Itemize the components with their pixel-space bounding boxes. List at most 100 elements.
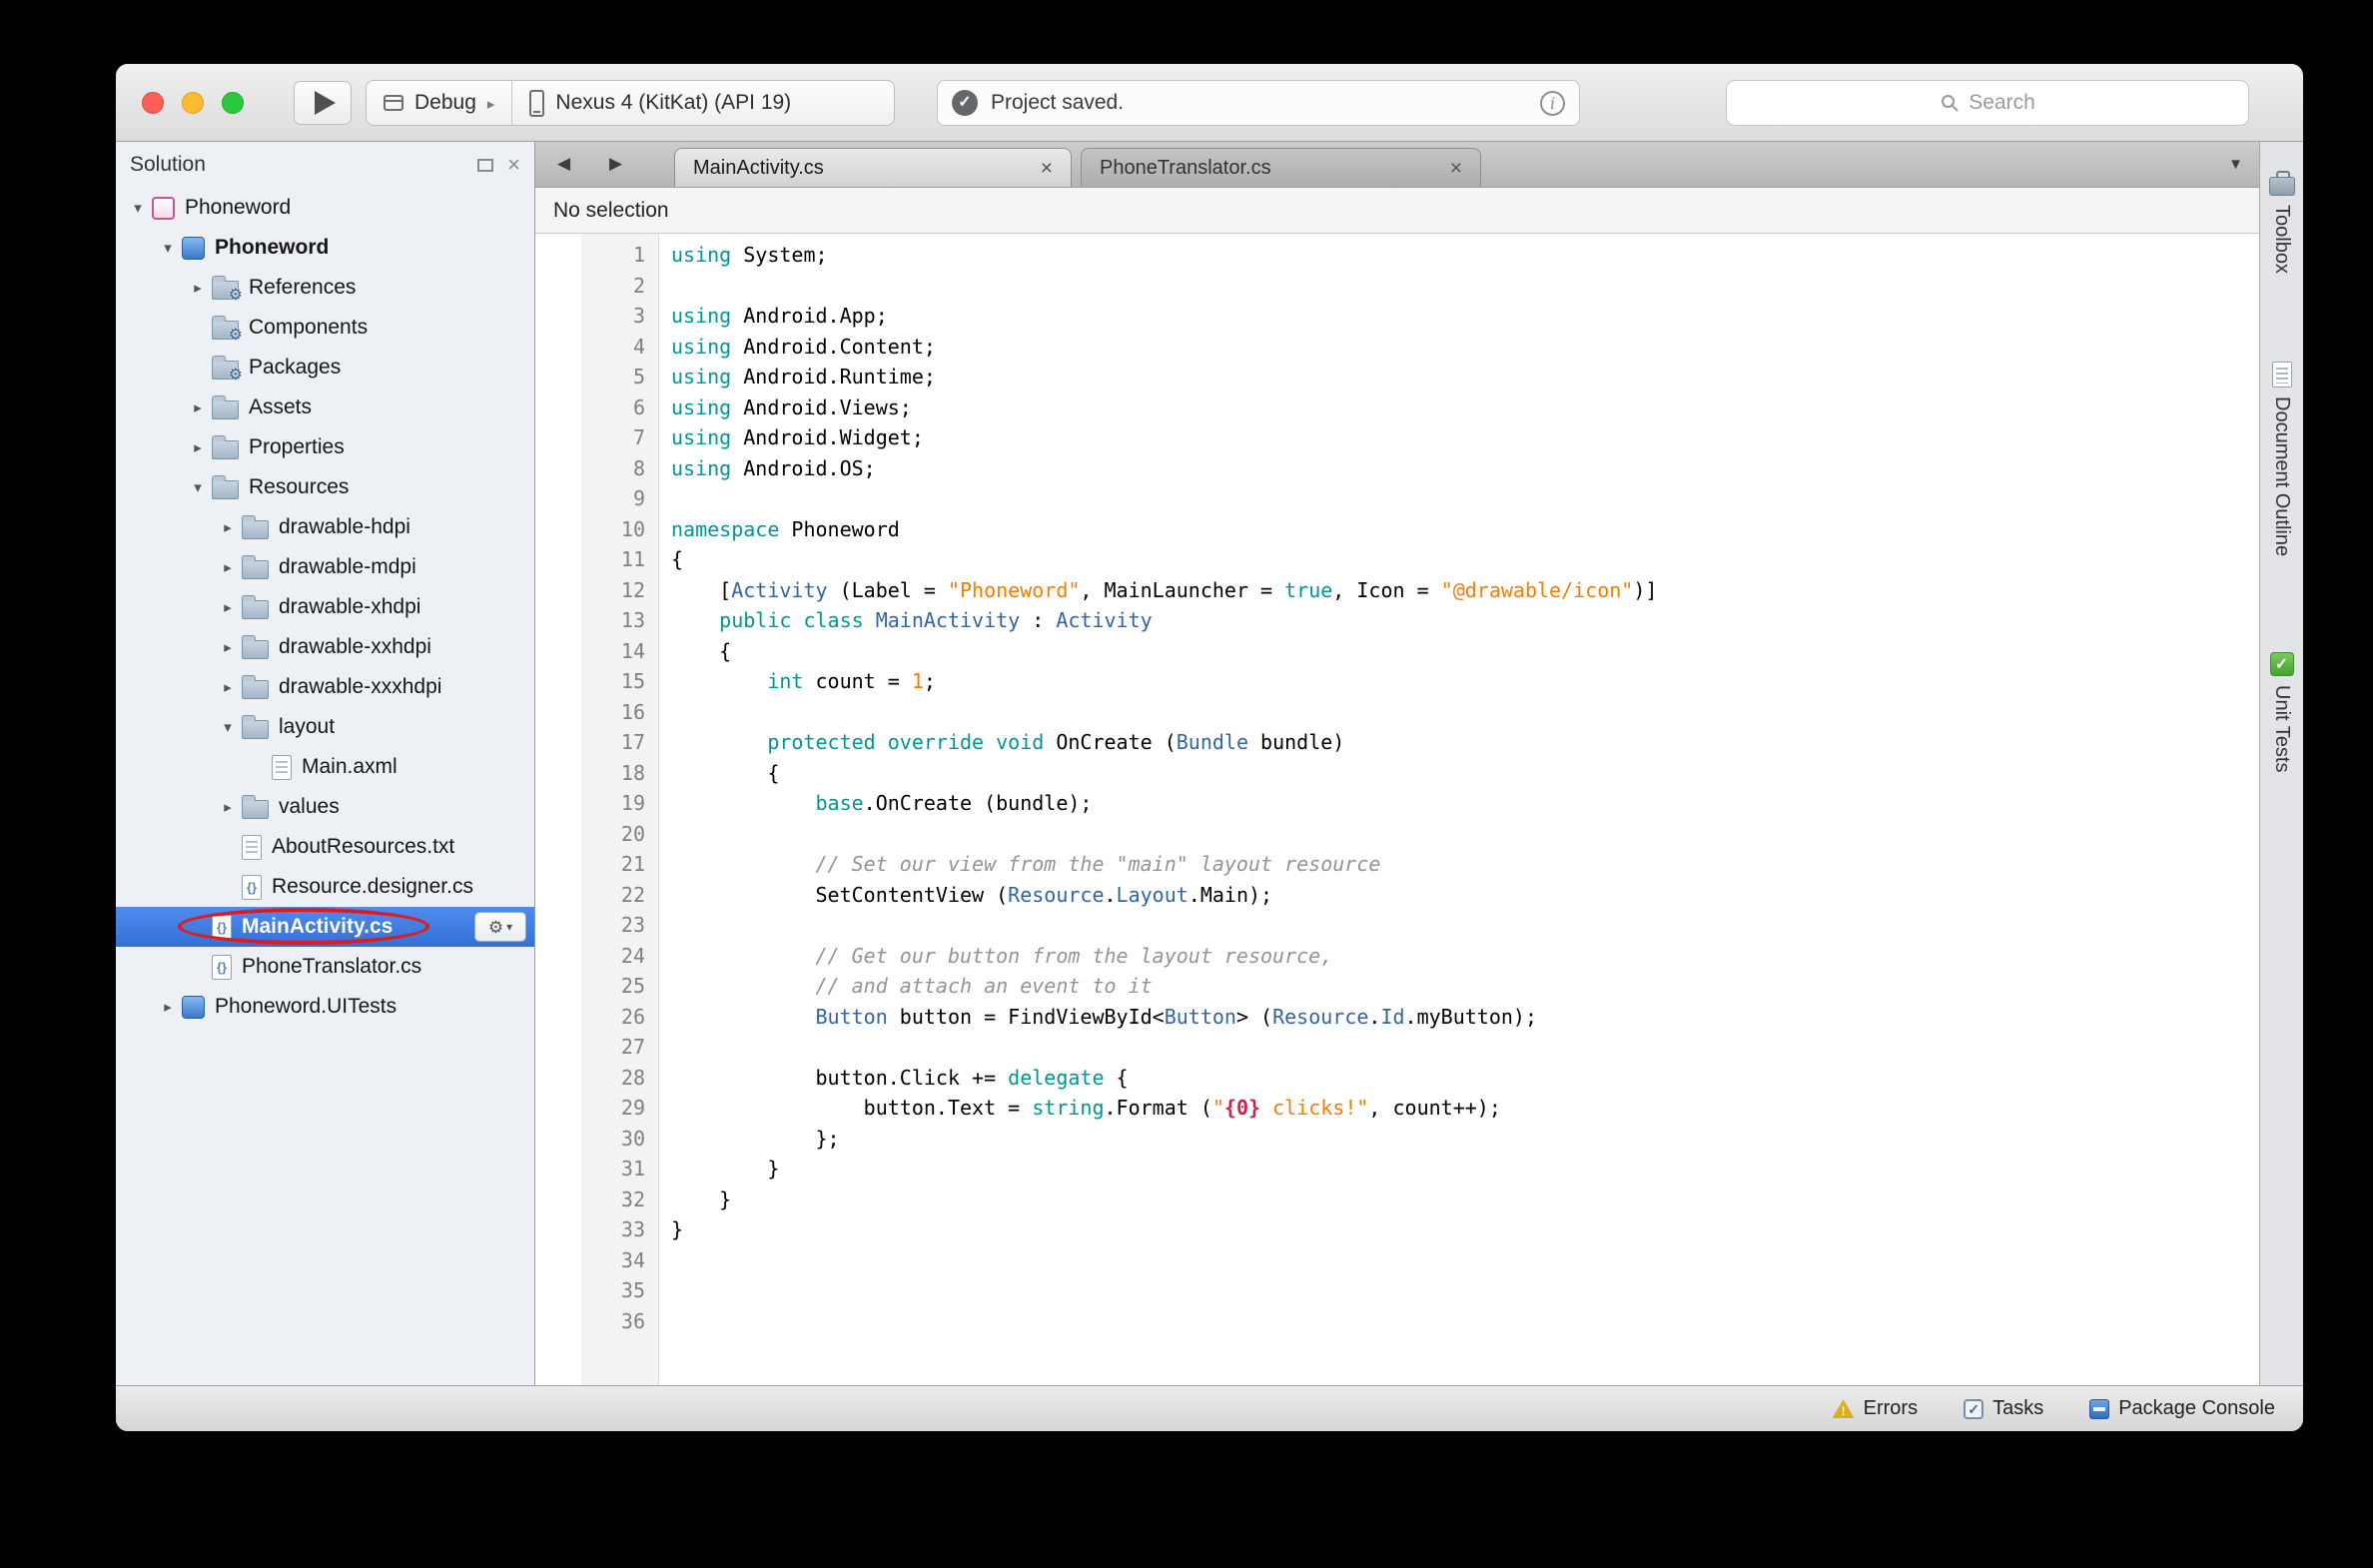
statusbar-item-package-console[interactable]: Package Console — [2089, 1397, 2275, 1420]
code-text — [659, 1275, 671, 1306]
code-line: 33} — [535, 1214, 2259, 1245]
line-number: 10 — [535, 514, 659, 545]
code-line: 22 SetContentView (Resource.Layout.Main)… — [535, 880, 2259, 911]
statusbar-item-label: Package Console — [2118, 1397, 2275, 1420]
code-text: using Android.Runtime; — [659, 362, 936, 392]
tree-item-packages[interactable]: ⚙Packages — [116, 348, 534, 388]
tree-item-phoneword[interactable]: ▾Phoneword — [116, 228, 534, 268]
tree-collapsed-arrow-icon[interactable]: ▸ — [214, 678, 242, 696]
tab-overflow-dropdown[interactable] — [2228, 156, 2243, 173]
code-line: 12 [Activity (Label = "Phoneword", MainL… — [535, 575, 2259, 606]
tree-collapsed-arrow-icon[interactable]: ▸ — [214, 638, 242, 656]
tree-item-layout[interactable]: ▾layout — [116, 707, 534, 747]
code-text: }; — [659, 1124, 840, 1155]
line-number: 28 — [535, 1063, 659, 1094]
statusbar-item-errors[interactable]: !Errors — [1833, 1397, 1918, 1420]
line-number: 7 — [535, 422, 659, 453]
tree-item-phoneword[interactable]: ▾Phoneword — [116, 188, 534, 228]
tree-collapsed-arrow-icon[interactable]: ▸ — [184, 279, 212, 297]
tree-item-values[interactable]: ▸values — [116, 787, 534, 827]
folder-icon — [242, 640, 269, 659]
tree-item-label: MainActivity.cs — [242, 915, 393, 939]
tree-item-properties[interactable]: ▸Properties — [116, 427, 534, 467]
configuration-dropdown[interactable]: Debug — [367, 81, 511, 125]
line-number: 33 — [535, 1214, 659, 1245]
tree-item-assets[interactable]: ▸Assets — [116, 388, 534, 427]
tree-item-mainactivity-cs[interactable]: {} MainActivity.cs ⚙▾ — [116, 907, 534, 947]
tree-item-main-axml[interactable]: Main.axml — [116, 747, 534, 787]
code-line: 8using Android.OS; — [535, 453, 2259, 484]
code-text: button.Click += delegate { — [659, 1063, 1129, 1094]
close-pad-icon[interactable] — [507, 154, 520, 176]
tree-item-label: drawable-xhdpi — [279, 595, 420, 619]
tree-item-components[interactable]: ⚙Components — [116, 308, 534, 348]
tree-collapsed-arrow-icon[interactable]: ▸ — [214, 598, 242, 616]
tree-item-references[interactable]: ▸⚙References — [116, 268, 534, 308]
code-text — [659, 910, 671, 941]
csharp-file-icon: {} — [212, 915, 232, 940]
minimize-window-button[interactable] — [182, 92, 204, 114]
tree-item-drawable-hdpi[interactable]: ▸drawable-hdpi — [116, 507, 534, 547]
line-number: 18 — [535, 758, 659, 789]
tree-expanded-arrow-icon[interactable]: ▾ — [124, 199, 152, 217]
tree-item-label: Main.axml — [302, 755, 397, 779]
dock-pad-icon[interactable] — [477, 159, 493, 172]
folder-icon — [242, 720, 269, 739]
code-line: 10namespace Phoneword — [535, 514, 2259, 545]
tree-collapsed-arrow-icon[interactable]: ▸ — [154, 998, 182, 1016]
dock-tab-toolbox[interactable]: Toolbox — [2269, 170, 2295, 274]
close-window-button[interactable] — [142, 92, 164, 114]
code-text: // Set our view from the "main" layout r… — [659, 849, 1380, 880]
tree-expanded-arrow-icon[interactable]: ▾ — [214, 718, 242, 736]
gear-glyph: ⚙ — [229, 368, 243, 384]
tree-expanded-arrow-icon[interactable]: ▾ — [184, 478, 212, 496]
zoom-window-button[interactable] — [222, 92, 244, 114]
dock-tab-unit-tests[interactable]: ✓Unit Tests — [2270, 652, 2294, 772]
tree-collapsed-arrow-icon[interactable]: ▸ — [214, 518, 242, 536]
code-line: 11{ — [535, 544, 2259, 575]
tree-collapsed-arrow-icon[interactable]: ▸ — [184, 398, 212, 416]
tree-collapsed-arrow-icon[interactable]: ▸ — [214, 798, 242, 816]
tree-item-drawable-xxxhdpi[interactable]: ▸ drawable-xxxhdpi — [116, 667, 534, 707]
line-number: 29 — [535, 1093, 659, 1124]
navigate-forward-button[interactable] — [609, 154, 622, 174]
device-dropdown[interactable]: Nexus 4 (KitKat) (API 19) — [512, 81, 894, 125]
tree-collapsed-arrow-icon[interactable]: ▸ — [184, 438, 212, 456]
tree-item-label: drawable-xxxhdpi — [279, 675, 441, 699]
run-button[interactable] — [294, 81, 352, 125]
code-text: using Android.Content; — [659, 332, 936, 363]
code-line: 32 } — [535, 1184, 2259, 1215]
info-icon[interactable] — [1540, 91, 1565, 116]
code-editor[interactable]: 1using System;23using Android.App;4using… — [535, 234, 2259, 1385]
code-text: } — [659, 1154, 779, 1184]
tree-item-aboutresources-txt[interactable]: AboutResources.txt — [116, 827, 534, 867]
tree-item-phoneword-uitests[interactable]: ▸Phoneword.UITests — [116, 987, 534, 1027]
code-text: { — [659, 758, 779, 789]
dock-tab-document-outline[interactable]: Document Outline — [2270, 362, 2293, 556]
tree-collapsed-arrow-icon[interactable]: ▸ — [214, 558, 242, 576]
tree-item-resources[interactable]: ▾Resources — [116, 467, 534, 507]
tab-close-icon[interactable]: × — [1041, 158, 1053, 179]
line-number: 26 — [535, 1002, 659, 1033]
tree-item-drawable-xxhdpi[interactable]: ▸drawable-xxhdpi — [116, 627, 534, 667]
tab-mainactivity-cs[interactable]: MainActivity.cs× — [674, 148, 1072, 187]
document-outline-icon — [2272, 362, 2292, 388]
toolbar: Debug Nexus 4 (KitKat) (API 19) Project … — [116, 64, 2303, 142]
tab-close-icon[interactable]: × — [1450, 158, 1462, 179]
code-text: // and attach an event to it — [659, 971, 1153, 1002]
tab-phonetranslator-cs[interactable]: PhoneTranslator.cs× — [1081, 148, 1481, 187]
tree-item-resource-designer-cs[interactable]: {}Resource.designer.cs — [116, 867, 534, 907]
tree-expanded-arrow-icon[interactable]: ▾ — [154, 239, 182, 257]
statusbar-item-tasks[interactable]: ✓Tasks — [1964, 1397, 2043, 1420]
code-line: 4using Android.Content; — [535, 332, 2259, 363]
item-options-button[interactable]: ⚙▾ — [474, 912, 526, 942]
csharp-file-icon: {} — [242, 875, 262, 900]
navigate-back-button[interactable] — [557, 154, 570, 174]
line-number: 24 — [535, 941, 659, 972]
line-number: 8 — [535, 453, 659, 484]
tree-item-drawable-xhdpi[interactable]: ▸ drawable-xhdpi — [116, 587, 534, 627]
search-input[interactable]: Search — [1726, 80, 2249, 126]
toolbox-icon — [2269, 177, 2295, 196]
tree-item-phonetranslator-cs[interactable]: {}PhoneTranslator.cs — [116, 947, 534, 987]
tree-item-drawable-mdpi[interactable]: ▸drawable-mdpi — [116, 547, 534, 587]
